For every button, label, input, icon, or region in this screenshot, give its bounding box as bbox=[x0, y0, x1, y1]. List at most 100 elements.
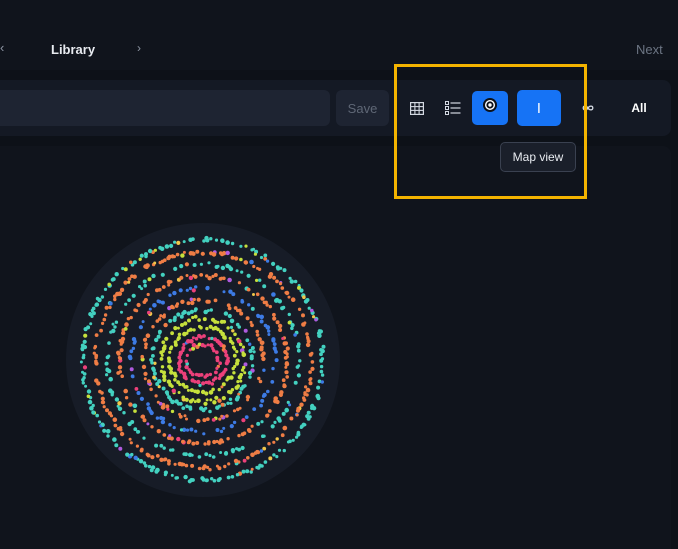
infinite-view-button[interactable] bbox=[580, 91, 596, 125]
radial-dot bbox=[202, 432, 206, 436]
all-filter-button[interactable]: All bbox=[622, 91, 656, 125]
radial-dot bbox=[199, 262, 203, 266]
radial-map-visualization[interactable] bbox=[0, 146, 671, 549]
radial-dot bbox=[228, 336, 232, 340]
radial-map-icon bbox=[483, 98, 497, 112]
radial-dot bbox=[211, 378, 216, 382]
radial-dot bbox=[280, 433, 285, 438]
radial-dot bbox=[114, 320, 119, 324]
radial-dot bbox=[136, 430, 141, 434]
radial-dot bbox=[213, 273, 218, 277]
radial-dot bbox=[297, 364, 301, 368]
radial-dot bbox=[152, 375, 156, 380]
radial-dot bbox=[160, 246, 165, 251]
radial-dot bbox=[217, 376, 222, 381]
radial-dot bbox=[176, 380, 181, 385]
radial-dot bbox=[211, 418, 216, 422]
radial-dot bbox=[296, 348, 301, 353]
search-input[interactable] bbox=[0, 90, 330, 126]
radial-dot bbox=[199, 273, 204, 277]
radial-dot bbox=[147, 248, 153, 254]
radial-dot bbox=[155, 454, 160, 458]
map-canvas[interactable] bbox=[0, 146, 671, 549]
radial-dot bbox=[255, 333, 260, 337]
radial-dot bbox=[154, 443, 159, 448]
radial-dot bbox=[200, 251, 205, 256]
radial-dot bbox=[282, 268, 287, 273]
radial-dot bbox=[144, 345, 148, 350]
radial-dot bbox=[160, 365, 165, 369]
grid-view-button[interactable] bbox=[402, 91, 432, 125]
radial-dot bbox=[237, 392, 241, 396]
radial-dot bbox=[188, 399, 194, 404]
timeline-view-button[interactable] bbox=[517, 90, 561, 126]
radial-dot bbox=[185, 428, 190, 432]
radial-dot bbox=[258, 379, 263, 384]
radial-dot bbox=[179, 314, 184, 319]
radial-dot bbox=[146, 422, 150, 426]
radial-dot bbox=[257, 267, 262, 271]
infinity-icon bbox=[582, 105, 594, 111]
back-arrow-icon[interactable]: ‹ bbox=[0, 40, 4, 55]
list-view-button[interactable] bbox=[438, 91, 468, 125]
radial-dot bbox=[319, 358, 324, 363]
radial-dot bbox=[151, 346, 156, 351]
radial-dot bbox=[116, 426, 121, 431]
forward-arrow-icon[interactable]: › bbox=[137, 41, 141, 55]
radial-dot bbox=[110, 277, 115, 282]
radial-dot bbox=[311, 406, 317, 411]
radial-dot bbox=[87, 399, 93, 405]
radial-dot bbox=[200, 476, 205, 481]
radial-dot bbox=[265, 325, 271, 330]
radial-dot bbox=[258, 463, 262, 468]
radial-dot bbox=[178, 359, 183, 364]
radial-dot bbox=[151, 366, 156, 371]
radial-dot bbox=[204, 235, 209, 241]
radial-dot bbox=[108, 305, 112, 310]
radial-dot bbox=[205, 417, 210, 421]
radial-dot bbox=[249, 259, 254, 265]
radial-dot bbox=[255, 292, 260, 297]
radial-dot bbox=[95, 413, 99, 418]
radial-dot bbox=[215, 405, 220, 410]
next-button[interactable]: Next bbox=[636, 42, 663, 57]
map-view-button[interactable] bbox=[472, 91, 508, 125]
radial-dot bbox=[233, 332, 237, 337]
radial-dot bbox=[295, 408, 301, 413]
radial-dot bbox=[232, 371, 236, 375]
radial-dot bbox=[207, 261, 211, 265]
radial-dot bbox=[231, 329, 235, 333]
radial-dot bbox=[302, 398, 307, 402]
radial-dot bbox=[125, 452, 130, 457]
radial-dot bbox=[245, 338, 250, 343]
radial-dot bbox=[295, 413, 299, 417]
radial-dot bbox=[100, 422, 105, 426]
radial-dot bbox=[134, 387, 139, 391]
radial-dot bbox=[123, 267, 128, 272]
radial-dot bbox=[241, 352, 247, 358]
radial-dot bbox=[284, 370, 288, 374]
radial-dot bbox=[230, 241, 235, 246]
radial-dot bbox=[209, 237, 213, 241]
radial-dot bbox=[119, 431, 125, 437]
radial-dot bbox=[151, 273, 156, 279]
radial-dot bbox=[299, 425, 303, 429]
radial-dot bbox=[162, 313, 166, 317]
radial-dot bbox=[266, 259, 270, 263]
radial-dot bbox=[177, 367, 181, 372]
radial-dot bbox=[237, 433, 241, 438]
radial-dot bbox=[143, 298, 148, 302]
radial-dot bbox=[259, 314, 265, 320]
radial-dot bbox=[206, 441, 211, 446]
radial-dot bbox=[281, 305, 286, 310]
radial-dot bbox=[185, 404, 189, 409]
radial-dot bbox=[173, 266, 178, 271]
radial-dot bbox=[112, 417, 118, 423]
radial-dot bbox=[116, 350, 121, 355]
radial-dot bbox=[163, 344, 167, 348]
radial-dot bbox=[316, 385, 321, 390]
radial-dot bbox=[219, 429, 224, 434]
radial-dot bbox=[239, 257, 243, 262]
save-button[interactable]: Save bbox=[336, 90, 389, 126]
radial-dot bbox=[231, 366, 235, 371]
